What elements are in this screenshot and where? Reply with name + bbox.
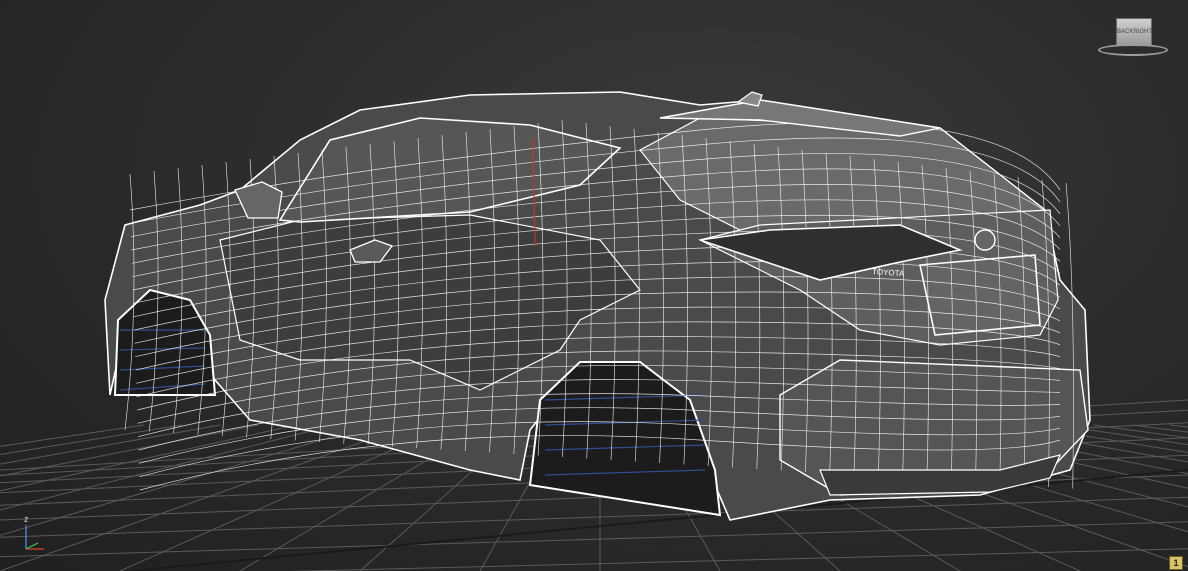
viewcube-face[interactable]: BACK RIGHT <box>1116 18 1152 46</box>
viewcube-compass-ring[interactable] <box>1098 44 1168 56</box>
3d-viewport[interactable]: TOYOTA BACK RIGHT z 1 <box>0 0 1188 571</box>
viewport-number-badge[interactable]: 1 <box>1169 556 1183 570</box>
viewcube-right-label[interactable]: RIGHT <box>1133 29 1152 35</box>
viewcube[interactable]: BACK RIGHT <box>1096 14 1172 60</box>
car-wireframe-model[interactable] <box>104 91 1091 521</box>
viewcube-back-label[interactable]: BACK <box>1117 29 1133 35</box>
grid-line <box>289 548 1188 571</box>
grid-line <box>0 424 411 571</box>
grid-line <box>0 424 373 536</box>
viewport-scene[interactable]: TOYOTA <box>0 0 1188 571</box>
axis-z-label: z <box>24 514 29 524</box>
rear-emblem <box>974 229 996 251</box>
